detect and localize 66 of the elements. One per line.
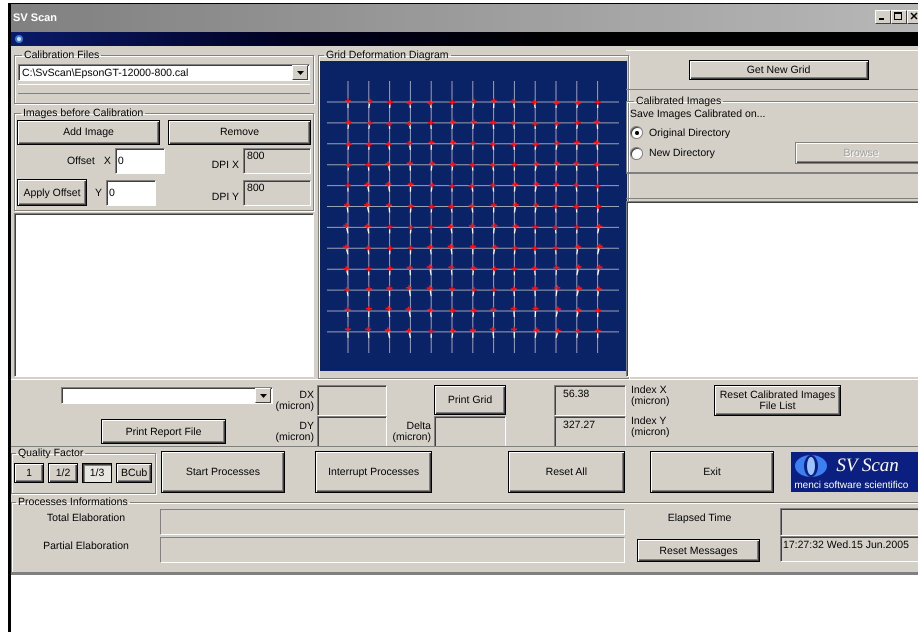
- caret-icon: [260, 394, 266, 398]
- offset-y-field[interactable]: 0: [106, 180, 156, 206]
- add-image-button[interactable]: Add Image: [17, 120, 160, 144]
- minimize-icon: [879, 18, 884, 20]
- radio-label: Original Directory: [649, 126, 730, 138]
- print-report-button[interactable]: Print Report File: [101, 419, 226, 444]
- offset-x-field[interactable]: 0: [114, 148, 165, 174]
- get-new-grid-button[interactable]: Get New Grid: [688, 60, 868, 80]
- dx-field: [317, 385, 387, 416]
- radio-option[interactable]: New Directory: [630, 144, 715, 162]
- quality-button[interactable]: 1: [14, 463, 44, 483]
- window-title: SV Scan: [13, 12, 58, 24]
- maximize-button[interactable]: [891, 10, 907, 24]
- dropdown-button[interactable]: [255, 388, 271, 403]
- radio-option[interactable]: Original Directory: [630, 123, 730, 142]
- dpi-x-field: 800: [243, 148, 311, 174]
- app-icon: [14, 34, 24, 44]
- action-button[interactable]: Interrupt Processes: [315, 451, 432, 493]
- elapsed-label: Elapsed Time: [666, 511, 732, 526]
- print-grid-button[interactable]: Print Grid: [434, 385, 506, 415]
- group-label: Images before Calibration: [22, 107, 144, 119]
- total-label: Total Elaboration: [46, 511, 126, 526]
- action-button[interactable]: Reset All: [508, 451, 625, 493]
- index-y-label: Index Y (micron): [630, 416, 670, 440]
- x-label: X: [104, 155, 111, 167]
- group-label: Grid Deformation Diagram: [325, 49, 450, 61]
- group-label: Calibration Files: [23, 49, 100, 61]
- dpi-y-label: DPI Y: [212, 190, 239, 202]
- partial-label: Partial Elaboration: [42, 539, 130, 554]
- index-x-field: 56.38: [554, 385, 626, 416]
- file-dropdown[interactable]: C:\SvScan\EpsonGT-12000-800.cal: [18, 64, 310, 81]
- action-button[interactable]: Start Processes: [160, 451, 286, 493]
- remove-button[interactable]: Remove: [168, 120, 311, 144]
- group-label: Quality Factor: [17, 447, 84, 459]
- group-label: Processes Informations: [17, 496, 129, 508]
- quality-button[interactable]: BCub: [116, 463, 152, 483]
- radio-label: New Directory: [649, 147, 715, 159]
- quality-button[interactable]: 1/3: [82, 463, 112, 483]
- apply-offset-button[interactable]: Apply Offset: [17, 179, 87, 206]
- index-x-label: Index X (micron): [630, 385, 670, 409]
- quality-button[interactable]: 1/2: [48, 463, 78, 483]
- dy-label: DY (micron): [274, 419, 315, 445]
- radio-button[interactable]: [630, 126, 643, 139]
- group-label: Calibrated Images: [635, 95, 722, 107]
- reset-list-button[interactable]: Reset Calibrated Images File List: [714, 385, 841, 416]
- logo-title: SV Scan: [836, 455, 899, 477]
- timestamp-field: 17:27:32 Wed.15 Jun.2005: [780, 536, 918, 562]
- delta-label: Delta (micron): [392, 419, 432, 445]
- caret-icon: [296, 70, 304, 74]
- field-value: C:\SvScan\EpsonGT-12000-800.cal: [22, 66, 188, 78]
- minimize-button[interactable]: [875, 10, 891, 24]
- logo-subtitle: menci software scientifico: [794, 480, 910, 491]
- caption: Save Images Calibrated on...: [630, 108, 766, 120]
- offset-label: Offset: [67, 155, 95, 167]
- radio-button[interactable]: [630, 146, 643, 160]
- close-icon: [908, 11, 918, 21]
- y-label: Y: [95, 186, 102, 198]
- dpi-x-label: DPI X: [212, 159, 239, 171]
- maximize-icon: [892, 11, 904, 21]
- reset-messages-button[interactable]: Reset Messages: [637, 539, 760, 562]
- index-y-field: 327.27: [554, 416, 626, 447]
- dpi-y-field: 800: [243, 180, 311, 206]
- dx-label: DX (micron): [274, 388, 315, 414]
- dropdown-button[interactable]: [292, 65, 308, 80]
- report-dropdown[interactable]: [61, 387, 273, 404]
- action-button[interactable]: Exit: [650, 451, 774, 493]
